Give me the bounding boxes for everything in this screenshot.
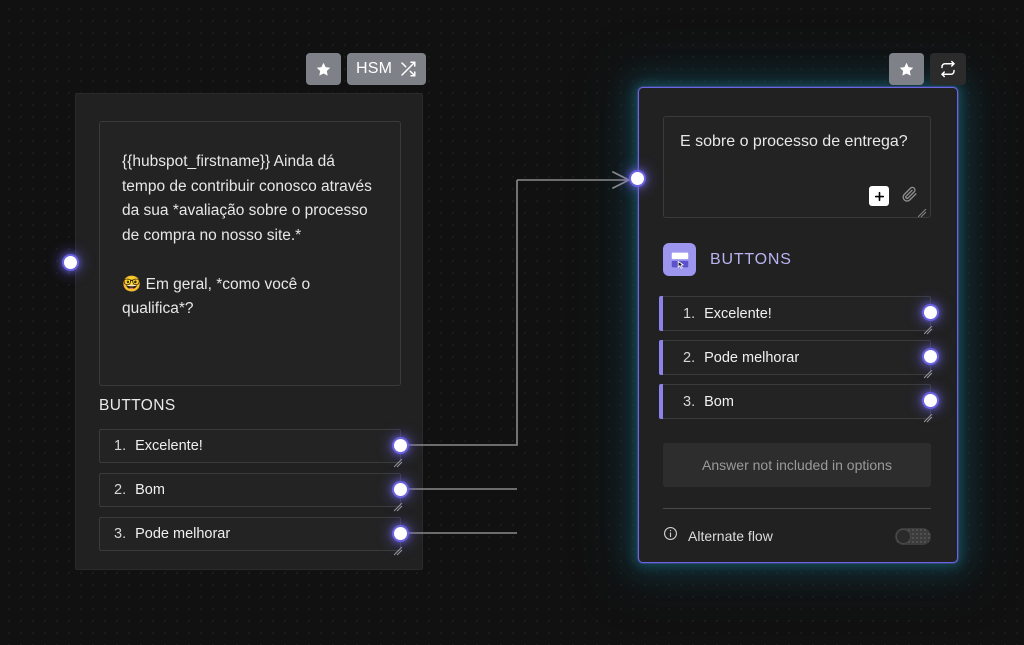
node-left-toolbar[interactable]: HSM: [306, 53, 427, 85]
repeat-button[interactable]: [930, 53, 966, 85]
option-number: 2.: [114, 482, 127, 498]
option-output-handle[interactable]: [394, 439, 407, 452]
option-output-handle[interactable]: [924, 350, 937, 363]
option-output-handle[interactable]: [394, 483, 407, 496]
option-number: 3.: [114, 526, 127, 542]
favorite-button-right[interactable]: [889, 53, 924, 85]
alternate-flow-label: Alternate flow: [688, 528, 773, 544]
fallback-answer-label: Answer not included in options: [702, 457, 892, 473]
node-right[interactable]: E sobre o processo de entrega? BUTTONS 1…: [631, 87, 958, 563]
option-output-handle[interactable]: [394, 527, 407, 540]
message-text-left: {{hubspot_firstname}} Ainda dá tempo de …: [122, 153, 372, 317]
favorite-button[interactable]: [306, 53, 341, 85]
option-row[interactable]: 3. Pode melhorar: [99, 517, 401, 551]
buttons-block-label: BUTTONS: [710, 250, 792, 268]
hsm-button[interactable]: HSM: [347, 53, 427, 85]
buttons-section-label-left: BUTTONS: [99, 397, 176, 414]
option-row[interactable]: 2. Bom: [99, 473, 401, 507]
paperclip-icon[interactable]: [901, 185, 918, 207]
fallback-answer-field[interactable]: Answer not included in options: [663, 443, 931, 487]
buttons-block-header: BUTTONS: [663, 243, 792, 276]
message-tools[interactable]: [869, 185, 918, 207]
node-right-input-handle[interactable]: [631, 172, 644, 185]
option-row[interactable]: 3. Bom: [659, 384, 931, 419]
option-row[interactable]: 2. Pode melhorar: [659, 340, 931, 375]
hsm-label: HSM: [356, 60, 393, 77]
info-icon: [663, 526, 678, 546]
message-text-right: E sobre o processo de entrega?: [680, 133, 908, 150]
message-box-left[interactable]: {{hubspot_firstname}} Ainda dá tempo de …: [99, 121, 401, 386]
section-divider: [663, 508, 931, 509]
option-row[interactable]: 1. Excelente!: [659, 296, 931, 331]
option-label: Excelente!: [704, 305, 772, 322]
repeat-icon: [939, 60, 957, 78]
star-icon: [315, 61, 332, 78]
flow-canvas[interactable]: HSM {{hubspot_firstname}} Ainda dá tempo…: [0, 0, 1024, 645]
buttons-block-icon: [663, 243, 696, 276]
alternate-flow-toggle[interactable]: [895, 527, 931, 545]
option-output-handle[interactable]: [924, 394, 937, 407]
option-label: Excelente!: [135, 438, 203, 454]
node-left[interactable]: {{hubspot_firstname}} Ainda dá tempo de …: [64, 93, 423, 570]
option-output-handle[interactable]: [924, 306, 937, 319]
option-number: 1.: [683, 305, 696, 322]
node-right-toolbar[interactable]: [889, 53, 966, 85]
message-box-right[interactable]: E sobre o processo de entrega?: [663, 116, 931, 218]
shuffle-icon: [399, 60, 417, 78]
option-label: Pode melhorar: [135, 526, 231, 542]
resize-grip-icon: [917, 205, 927, 218]
option-number: 3.: [683, 393, 696, 410]
option-row[interactable]: 1. Excelente!: [99, 429, 401, 463]
plus-icon[interactable]: [869, 186, 889, 206]
toggle-knob: [897, 529, 910, 543]
node-left-input-handle[interactable]: [64, 256, 77, 269]
option-number: 1.: [114, 438, 127, 454]
option-label: Bom: [704, 393, 734, 410]
option-label: Bom: [135, 482, 165, 498]
option-label: Pode melhorar: [704, 349, 800, 366]
option-number: 2.: [683, 349, 696, 366]
star-icon: [898, 61, 915, 78]
alternate-flow-row[interactable]: Alternate flow: [663, 523, 931, 549]
